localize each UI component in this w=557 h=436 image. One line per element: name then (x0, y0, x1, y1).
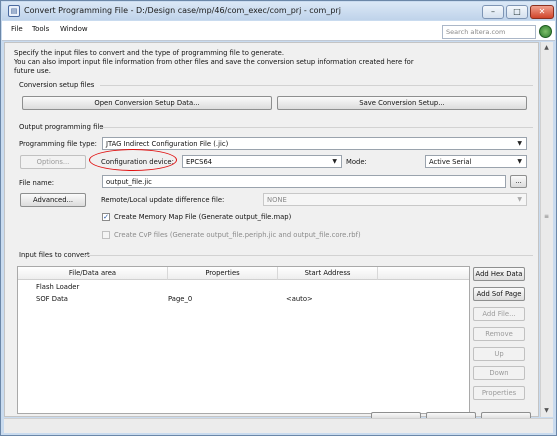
column-header-empty (378, 267, 469, 280)
close-icon: ✕ (538, 7, 546, 16)
maximize-button[interactable]: □ (506, 5, 528, 19)
options-button[interactable]: Options... (20, 155, 86, 169)
file-type-label: Programming file type: (19, 140, 97, 148)
menu-file[interactable]: File (11, 25, 23, 33)
up-button[interactable]: Up (473, 347, 525, 361)
maximize-icon: □ (513, 7, 521, 16)
input-files-table: File/Data area Properties Start Address … (17, 266, 470, 414)
file-type-select[interactable]: JTAG Indirect Configuration File (.jic) … (102, 137, 527, 150)
vertical-scrollbar[interactable] (540, 42, 553, 417)
minimize-button[interactable]: – (482, 5, 504, 19)
column-header-start-address[interactable]: Start Address (278, 267, 378, 280)
table-row-properties: Page_0 (168, 295, 193, 303)
title-bar: ▤ Convert Programming File - D:/Design c… (2, 2, 555, 20)
window-title: Convert Programming File - D:/Design cas… (24, 6, 341, 15)
document-icon: ▤ (8, 5, 20, 17)
file-type-value: JTAG Indirect Configuration File (.jic) (106, 140, 229, 148)
properties-button[interactable]: Properties (473, 386, 525, 400)
table-row-file[interactable]: SOF Data (36, 295, 68, 303)
table-row-address: <auto> (286, 295, 313, 303)
minimize-icon: – (491, 7, 495, 16)
chevron-down-icon: ▼ (332, 158, 337, 165)
remote-local-diff-label: Remote/Local update difference file: (101, 196, 225, 204)
horizontal-scrollbar[interactable] (4, 418, 553, 433)
annotation-ellipse (89, 149, 177, 171)
help-globe-icon[interactable] (539, 25, 552, 38)
file-name-input[interactable]: output_file.jic (102, 175, 506, 188)
convert-programming-file-window: ▤ Convert Programming File - D:/Design c… (0, 0, 557, 436)
column-header-properties[interactable]: Properties (168, 267, 278, 280)
input-files-label: Input files to convert (19, 251, 90, 259)
scroll-down-icon[interactable]: ▼ (540, 405, 553, 417)
menu-window[interactable]: Window (60, 25, 88, 33)
down-button[interactable]: Down (473, 366, 525, 380)
divider (85, 255, 533, 256)
column-header-file[interactable]: File/Data area (18, 267, 168, 280)
check-mark-icon: ✓ (103, 213, 109, 221)
close-button[interactable]: ✕ (530, 5, 554, 19)
add-file-button[interactable]: Add File... (473, 307, 525, 321)
intro-line-3: future use. (14, 67, 51, 75)
file-name-label: File name: (19, 179, 55, 187)
memory-map-checkbox[interactable]: ✓ (102, 213, 110, 221)
menu-bar: File Tools Window Search altera.com (2, 21, 555, 41)
mode-select[interactable]: Active Serial ▼ (425, 155, 527, 168)
memory-map-label: Create Memory Map File (Generate output_… (114, 213, 292, 221)
divider (100, 85, 533, 86)
advanced-button[interactable]: Advanced... (20, 193, 86, 207)
remote-local-diff-value: NONE (267, 196, 287, 204)
remote-local-diff-select[interactable]: NONE ▼ (263, 193, 527, 206)
chevron-down-icon: ▼ (517, 140, 522, 147)
scroll-up-icon[interactable]: ▲ (540, 42, 553, 54)
output-programming-file-label: Output programming file (19, 123, 104, 131)
cvp-checkbox[interactable] (102, 231, 110, 239)
remove-button[interactable]: Remove (473, 327, 525, 341)
table-row-file[interactable]: Flash Loader (36, 283, 79, 291)
dialog-content: Specify the input files to convert and t… (4, 42, 539, 420)
configuration-device-select[interactable]: EPCS64 ▼ (182, 155, 342, 168)
cvp-label: Create CvP files (Generate output_file.p… (114, 231, 361, 239)
conversion-setup-label: Conversion setup files (19, 81, 95, 89)
configuration-device-value: EPCS64 (186, 158, 213, 166)
chevron-down-icon: ▼ (517, 158, 522, 165)
browse-button[interactable]: ... (510, 175, 527, 188)
intro-line-2: You can also import input file informati… (14, 58, 414, 66)
open-conversion-setup-button[interactable]: Open Conversion Setup Data... (22, 96, 272, 110)
mode-value: Active Serial (429, 158, 472, 166)
save-conversion-setup-button[interactable]: Save Conversion Setup... (277, 96, 527, 110)
search-input[interactable]: Search altera.com (442, 25, 536, 39)
add-hex-data-button[interactable]: Add Hex Data (473, 267, 525, 281)
add-sof-page-button[interactable]: Add Sof Page (473, 287, 525, 301)
chevron-down-icon: ▼ (517, 196, 522, 203)
mode-label: Mode: (346, 158, 367, 166)
intro-line-1: Specify the input files to convert and t… (14, 49, 284, 57)
divider (99, 127, 533, 128)
menu-tools[interactable]: Tools (32, 25, 49, 33)
scroll-grip-icon[interactable]: ≡ (542, 213, 551, 225)
